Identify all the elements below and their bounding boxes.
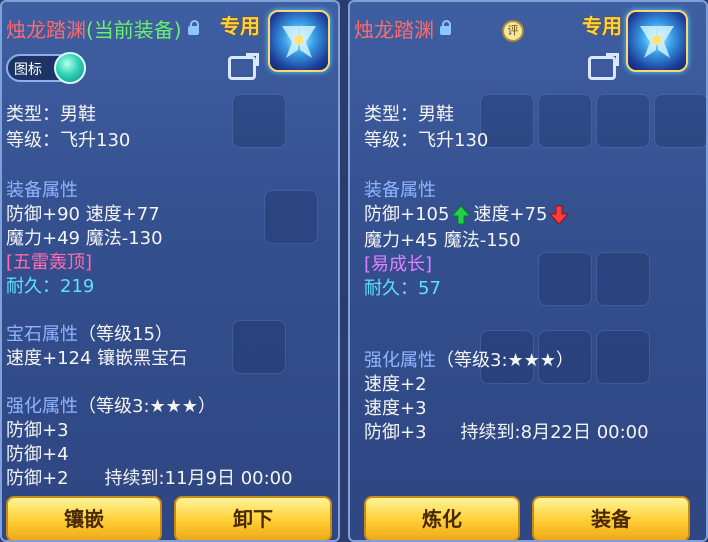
- item-level: 等级：飞升130: [6, 130, 131, 151]
- special-effect: [五雷轰顶]: [6, 252, 93, 273]
- enhance-heading-text: 强化属性: [364, 350, 436, 371]
- boots-item-icon: [626, 10, 688, 72]
- enhance-attributes-heading: 强化属性（等级3:★★★）: [6, 392, 216, 418]
- enhance-value: 防御+3: [364, 422, 427, 443]
- arrow-up-icon: [451, 205, 472, 225]
- item-level: 等级：飞升130: [364, 130, 489, 151]
- gem-attributes-heading: 宝石属性（等级15）: [6, 320, 173, 346]
- bg-slot: [232, 94, 286, 148]
- equip-button[interactable]: 装备: [532, 496, 690, 540]
- icon-toggle[interactable]: 图标: [6, 52, 86, 84]
- enhance-expire: 持续到:8月22日 00:00: [460, 422, 649, 443]
- current-equipment-panel: 烛龙踏渊(当前装备) 专用 图标 类型：男鞋 等级：飞升130 装备属性 防御+…: [0, 0, 340, 542]
- enhance-value: 防御+2: [6, 468, 69, 489]
- exclusive-label: 专用: [582, 14, 622, 38]
- exclusive-label: 专用: [220, 14, 260, 38]
- item-type: 类型：男鞋: [6, 104, 96, 125]
- enhance-line: 防御+2 持续到:11月9日 00:00: [6, 464, 293, 490]
- attribute-line: 防御+90 速度+77: [6, 204, 160, 225]
- boots-item-icon: [268, 10, 330, 72]
- equipped-tag: (当前装备): [86, 18, 182, 42]
- share-icon[interactable]: [588, 56, 616, 80]
- attribute-line: 防御+105 速度+75: [364, 200, 571, 226]
- bg-slot: [654, 94, 706, 148]
- enhance-line: 防御+3: [6, 420, 69, 441]
- bg-slot: [264, 190, 318, 244]
- bg-slot: [596, 330, 650, 384]
- rate-badge-icon[interactable]: 评: [502, 20, 524, 42]
- toggle-label: 图标: [14, 62, 42, 78]
- toggle-knob[interactable]: [54, 52, 86, 84]
- speed-value: 速度+75: [473, 204, 548, 225]
- share-icon[interactable]: [228, 56, 256, 80]
- attribute-line: 魔力+45 魔法-150: [364, 230, 521, 251]
- enhance-level: （等级3:★★★）: [436, 350, 574, 371]
- enhance-heading-text: 强化属性: [6, 396, 78, 417]
- item-type: 类型：男鞋: [364, 104, 454, 125]
- enhance-line: 速度+3: [364, 398, 427, 419]
- bg-slot: [596, 94, 650, 148]
- enhance-attributes-heading: 强化属性（等级3:★★★）: [364, 346, 574, 372]
- enhance-line: 速度+2: [364, 374, 427, 395]
- enhance-line: 防御+3 持续到:8月22日 00:00: [364, 418, 649, 444]
- equipment-attributes-heading: 装备属性: [6, 180, 78, 201]
- item-title: 烛龙踏渊: [354, 14, 451, 43]
- item-name: 烛龙踏渊: [354, 18, 434, 42]
- bg-slot: [538, 94, 592, 148]
- bg-slot: [596, 252, 650, 306]
- item-name: 烛龙踏渊: [6, 18, 86, 42]
- special-effect: [易成长]: [364, 254, 433, 275]
- arrow-down-icon: [549, 205, 570, 225]
- gem-level: （等级15）: [78, 324, 173, 345]
- inlay-button[interactable]: 镶嵌: [6, 496, 162, 540]
- defense-value: 防御+105: [364, 204, 450, 225]
- enhance-line: 防御+4: [6, 444, 69, 465]
- lock-icon: [440, 20, 451, 35]
- refine-button[interactable]: 炼化: [364, 496, 520, 540]
- durability: 耐久：57: [364, 278, 441, 299]
- unequip-button[interactable]: 卸下: [174, 496, 332, 540]
- durability: 耐久：219: [6, 276, 95, 297]
- lock-icon: [187, 20, 199, 35]
- gem-line: 速度+124 镶嵌黑宝石: [6, 348, 188, 369]
- attribute-line: 魔力+49 魔法-130: [6, 228, 163, 249]
- equipment-attributes-heading: 装备属性: [364, 180, 436, 201]
- gem-heading-text: 宝石属性: [6, 324, 78, 345]
- item-title: 烛龙踏渊(当前装备): [6, 14, 199, 43]
- bg-slot: [538, 252, 592, 306]
- boots-item-icon: [282, 26, 316, 58]
- enhance-level: （等级3:★★★）: [78, 396, 216, 417]
- enhance-expire: 持续到:11月9日 00:00: [104, 468, 293, 489]
- compare-equipment-panel: 烛龙踏渊 评 专用 类型：男鞋 等级：飞升130 装备属性 防御+105 速度+7…: [348, 0, 708, 542]
- boots-item-icon: [640, 26, 674, 58]
- bg-slot: [232, 320, 286, 374]
